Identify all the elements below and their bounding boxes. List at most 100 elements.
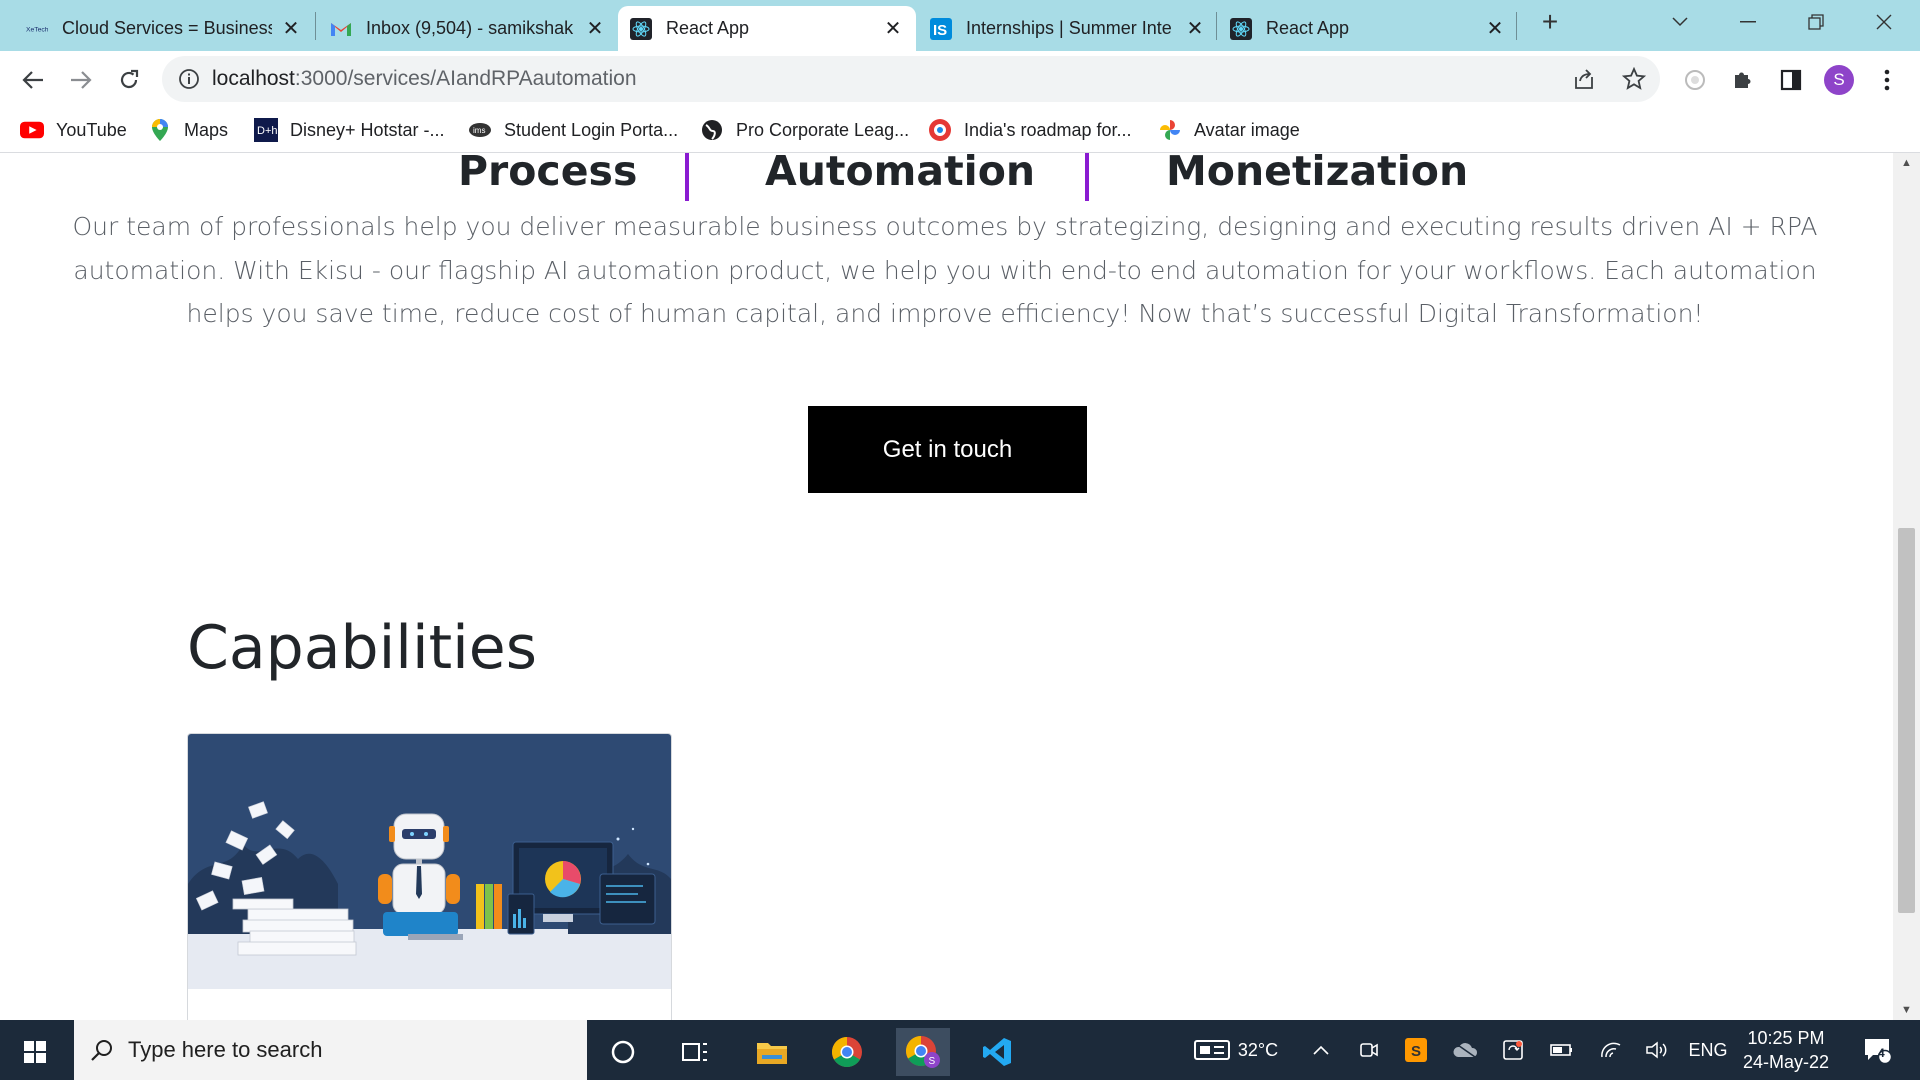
sublime-text-icon[interactable]: S bbox=[1401, 1020, 1431, 1080]
react-icon bbox=[630, 17, 652, 40]
close-icon[interactable]: ✕ bbox=[882, 18, 904, 40]
svg-text:IS: IS bbox=[933, 22, 947, 39]
bookmark-student-login[interactable]: ims Student Login Porta... bbox=[468, 115, 678, 145]
services-description: Our team of professionals help you deliv… bbox=[72, 212, 1818, 328]
tab-react-app-active[interactable]: React App ✕ bbox=[618, 6, 916, 51]
new-tab-button[interactable]: + bbox=[1530, 6, 1570, 38]
vscode-icon[interactable] bbox=[970, 1028, 1024, 1076]
ims-icon: ims bbox=[468, 119, 492, 141]
bookmarks-bar: YouTube Maps D+h Disney+ Hotstar -... im… bbox=[0, 108, 1920, 153]
clock-time: 10:25 PM bbox=[1747, 1028, 1825, 1048]
scroll-down-arrow-icon[interactable]: ▼ bbox=[1893, 1000, 1920, 1020]
pinwheel-icon bbox=[1158, 119, 1182, 141]
robot-automation-illustration bbox=[188, 734, 671, 989]
tab-title: Internships | Summer Inte bbox=[966, 18, 1172, 38]
bookmark-pro-corporate[interactable]: Pro Corporate Leag... bbox=[700, 115, 909, 145]
profile-avatar[interactable]: S bbox=[1822, 63, 1856, 97]
xtech-logo-icon: XeTech bbox=[26, 18, 48, 40]
bookmark-youtube[interactable]: YouTube bbox=[20, 115, 127, 145]
scroll-up-arrow-icon[interactable]: ▲ bbox=[1893, 153, 1920, 173]
pillar-divider bbox=[1085, 153, 1089, 201]
weather-widget[interactable]: 32°C bbox=[1186, 1020, 1286, 1080]
notification-count: 4 bbox=[1878, 1046, 1885, 1060]
pillar-automation: Automation bbox=[765, 153, 1036, 195]
gmail-icon bbox=[330, 18, 352, 40]
react-icon bbox=[1230, 17, 1252, 40]
close-icon[interactable]: ✕ bbox=[584, 18, 606, 40]
tab-search-chevron-icon[interactable] bbox=[1660, 6, 1700, 38]
tab-title: Inbox (9,504) - samikshak bbox=[366, 18, 574, 38]
language-indicator[interactable]: ENG bbox=[1686, 1020, 1730, 1080]
get-in-touch-button[interactable]: Get in touch bbox=[808, 406, 1087, 493]
restore-icon[interactable] bbox=[1796, 6, 1836, 38]
svg-text:ims: ims bbox=[473, 126, 485, 135]
url-text[interactable]: localhost:3000/services/AIandRPAautomati… bbox=[212, 56, 637, 102]
minimize-icon[interactable] bbox=[1728, 6, 1768, 38]
site-info-icon[interactable] bbox=[178, 68, 200, 95]
search-icon bbox=[90, 1038, 114, 1062]
close-icon[interactable]: ✕ bbox=[280, 18, 302, 40]
pillar-monetization: Monetization bbox=[1166, 153, 1469, 195]
bookmark-avatar-image[interactable]: Avatar image bbox=[1158, 115, 1300, 145]
taskbar-search-box[interactable]: Type here to search bbox=[74, 1020, 587, 1080]
bookmark-hotstar[interactable]: D+h Disney+ Hotstar -... bbox=[254, 115, 445, 145]
back-arrow-icon[interactable] bbox=[16, 63, 50, 97]
bookmark-star-icon[interactable] bbox=[1621, 66, 1647, 96]
tab-title: Cloud Services = Business bbox=[62, 18, 272, 38]
kebab-menu-icon[interactable] bbox=[1870, 63, 1904, 97]
search-placeholder: Type here to search bbox=[128, 1037, 323, 1062]
cortana-icon[interactable] bbox=[596, 1028, 650, 1076]
page-viewport: Process Automation Monetization Our team… bbox=[0, 153, 1893, 1020]
window-close-icon[interactable] bbox=[1864, 6, 1904, 38]
pillar-process: Process bbox=[458, 153, 638, 195]
maps-pin-icon bbox=[148, 119, 172, 141]
windows-taskbar: Type here to search S 32°C S ENG 10:25 P… bbox=[0, 1020, 1920, 1080]
clock[interactable]: 10:25 PM 24-May-22 bbox=[1736, 1020, 1836, 1080]
bookmark-maps[interactable]: Maps bbox=[148, 115, 228, 145]
chevron-up-icon[interactable] bbox=[1306, 1020, 1336, 1080]
pillar-divider bbox=[685, 153, 689, 201]
capabilities-heading: Capabilities bbox=[187, 613, 537, 683]
sync-icon[interactable] bbox=[1498, 1020, 1528, 1080]
capability-card[interactable] bbox=[187, 733, 672, 1020]
volume-icon[interactable] bbox=[1642, 1020, 1672, 1080]
tab-title: React App bbox=[666, 18, 750, 38]
close-icon[interactable]: ✕ bbox=[1184, 18, 1206, 40]
puzzle-extensions-icon[interactable] bbox=[1726, 63, 1760, 97]
side-panel-icon[interactable] bbox=[1774, 63, 1808, 97]
meet-now-icon[interactable] bbox=[1354, 1020, 1384, 1080]
page-scrollbar[interactable]: ▲ ▼ bbox=[1893, 153, 1920, 1020]
battery-icon[interactable] bbox=[1546, 1020, 1576, 1080]
wifi-icon[interactable] bbox=[1596, 1020, 1626, 1080]
extension-circle-icon[interactable] bbox=[1678, 63, 1712, 97]
tab-gmail-inbox[interactable]: Inbox (9,504) - samikshak ✕ bbox=[318, 6, 618, 51]
globe-icon bbox=[700, 119, 724, 141]
tab-strip: XeTech Cloud Services = Business ✕ Inbox… bbox=[0, 0, 1920, 51]
roadmap-icon bbox=[928, 119, 952, 141]
svg-text:D+h: D+h bbox=[257, 125, 278, 137]
tab-internshala[interactable]: IS Internships | Summer Inte ✕ bbox=[918, 6, 1218, 51]
weather-icon bbox=[1193, 1039, 1230, 1061]
tab-react-app[interactable]: React App ✕ bbox=[1218, 6, 1518, 51]
chrome-profile-icon[interactable]: S bbox=[896, 1028, 950, 1076]
notifications-icon[interactable]: 4 bbox=[1858, 1020, 1898, 1080]
svg-text:S: S bbox=[929, 1056, 936, 1067]
clock-date: 24-May-22 bbox=[1742, 1052, 1830, 1072]
onedrive-cloud-icon[interactable] bbox=[1450, 1020, 1480, 1080]
address-bar[interactable]: localhost:3000/services/AIandRPAautomati… bbox=[162, 56, 1660, 102]
file-explorer-icon[interactable] bbox=[745, 1028, 799, 1076]
tab-cloud-services[interactable]: XeTech Cloud Services = Business ✕ bbox=[14, 6, 314, 51]
forward-arrow-icon[interactable] bbox=[64, 63, 98, 97]
scrollbar-thumb[interactable] bbox=[1898, 528, 1915, 913]
browser-toolbar: localhost:3000/services/AIandRPAautomati… bbox=[0, 51, 1920, 108]
task-view-icon[interactable] bbox=[668, 1028, 722, 1076]
share-icon[interactable] bbox=[1572, 67, 1596, 96]
chrome-icon[interactable] bbox=[820, 1028, 874, 1076]
reload-icon[interactable] bbox=[112, 63, 146, 97]
windows-start-icon[interactable] bbox=[8, 1028, 62, 1076]
close-icon[interactable]: ✕ bbox=[1484, 18, 1506, 40]
bookmark-india-roadmap[interactable]: India's roadmap for... bbox=[928, 115, 1132, 145]
hotstar-icon: D+h bbox=[254, 118, 278, 142]
internshala-icon: IS bbox=[930, 17, 952, 40]
svg-text:S: S bbox=[1411, 1043, 1421, 1060]
